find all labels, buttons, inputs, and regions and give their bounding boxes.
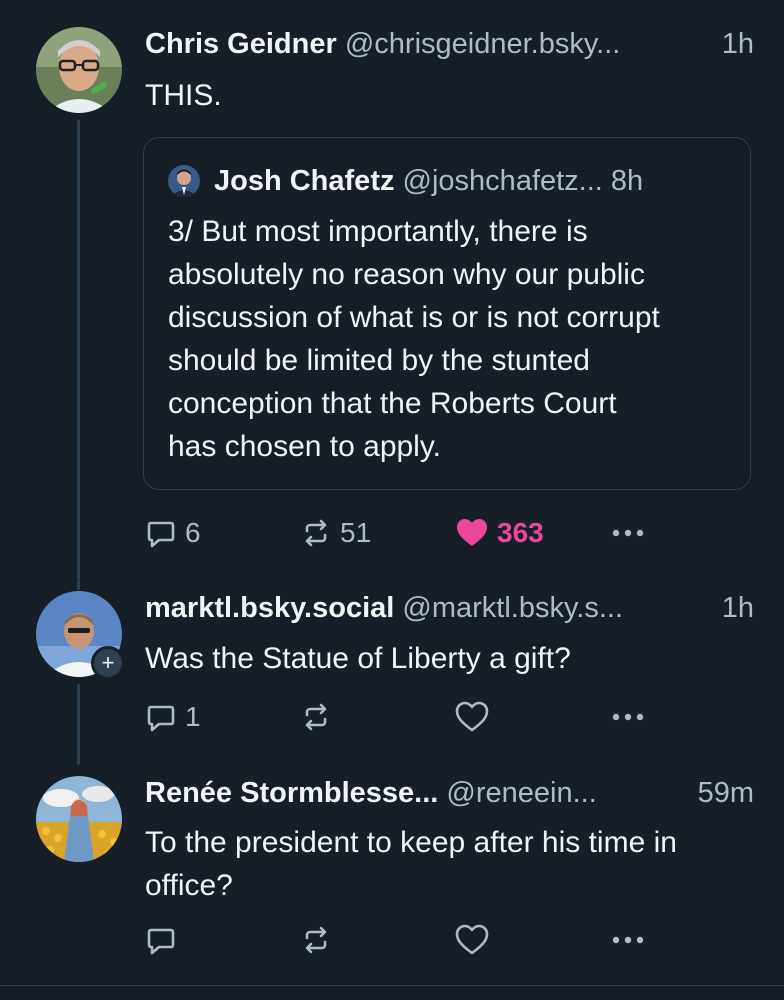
more-icon <box>612 936 644 944</box>
like-button[interactable] <box>455 697 489 737</box>
reply-count: 1 <box>185 701 201 732</box>
author-name[interactable]: Chris Geidner <box>145 28 337 60</box>
more-button[interactable] <box>610 513 646 553</box>
quote-time[interactable]: 8h <box>611 165 643 197</box>
quote-text: 3/ But most importantly, there is absolu… <box>168 215 660 463</box>
avatar[interactable] <box>36 27 122 113</box>
post-header: Renée Stormblesse... @reneein... 59m <box>145 775 754 811</box>
author-name[interactable]: Renée Stormblesse... <box>145 777 438 809</box>
quote-avatar <box>168 165 200 197</box>
post-actions: 6 51 363 <box>145 513 665 553</box>
quote-author-name[interactable]: Josh Chafetz <box>214 165 394 197</box>
repost-icon <box>305 703 327 731</box>
like-icon <box>455 924 489 955</box>
repost-icon <box>305 519 327 547</box>
author-handle[interactable]: @chrisgeidner.bsky... <box>345 28 621 60</box>
reply-count: 6 <box>185 517 201 548</box>
reply-icon <box>147 928 175 955</box>
post-time[interactable]: 1h <box>715 590 754 626</box>
post-renee[interactable]: Renée Stormblesse... @reneein... 59m To … <box>0 765 784 985</box>
divider <box>0 985 784 986</box>
like-count: 363 <box>497 517 544 548</box>
author-name[interactable]: marktl.bsky.social <box>145 592 394 624</box>
quoted-post[interactable]: Josh Chafetz @joshchafetz... 8h 3/ But m… <box>143 137 751 490</box>
more-button[interactable] <box>610 920 646 960</box>
reply-button[interactable] <box>145 920 177 960</box>
like-icon <box>457 519 487 546</box>
post-header: marktl.bsky.social @marktl.bsky.s... 1h <box>145 590 754 626</box>
reply-icon <box>147 705 175 732</box>
post-time[interactable]: 59m <box>691 775 754 811</box>
follow-plus-icon[interactable]: + <box>91 646 125 680</box>
author-handle[interactable]: @marktl.bsky.s... <box>402 592 623 624</box>
quote-avatar-photo <box>168 165 200 197</box>
like-icon <box>455 701 489 732</box>
like-button[interactable]: 363 <box>455 513 544 553</box>
more-button[interactable] <box>610 697 646 737</box>
post-actions <box>145 920 665 960</box>
thread-line <box>77 684 80 765</box>
repost-button[interactable] <box>300 920 332 960</box>
avatar-photo <box>36 776 122 862</box>
post-header: Chris Geidner @chrisgeidner.bsky... 1h <box>145 26 754 62</box>
avatar-photo <box>36 27 122 113</box>
thread-line <box>77 580 80 590</box>
reply-icon <box>147 521 175 548</box>
post-time[interactable]: 1h <box>715 26 754 62</box>
avatar[interactable] <box>36 776 122 862</box>
more-icon <box>612 713 644 721</box>
author-handle[interactable]: @reneein... <box>446 777 596 809</box>
post-text: THIS. <box>145 79 222 112</box>
post-text: To the president to keep after his time … <box>145 826 677 902</box>
repost-button[interactable] <box>300 697 332 737</box>
reply-button[interactable]: 1 <box>145 697 201 737</box>
repost-button[interactable]: 51 <box>300 513 371 553</box>
quote-author-handle[interactable]: @joshchafetz... <box>403 165 603 197</box>
like-button[interactable] <box>455 920 489 960</box>
post-actions: 1 <box>145 697 665 737</box>
repost-icon <box>305 926 327 954</box>
reply-button[interactable]: 6 <box>145 513 201 553</box>
post-marktl[interactable]: + marktl.bsky.social @marktl.bsky.s... 1… <box>0 580 784 765</box>
repost-count: 51 <box>340 517 372 548</box>
thread-line <box>77 120 80 580</box>
more-icon <box>612 529 644 537</box>
post-text: Was the Statue of Liberty a gift? <box>145 642 571 675</box>
post-chris-geidner[interactable]: Chris Geidner @chrisgeidner.bsky... 1h T… <box>0 0 784 580</box>
